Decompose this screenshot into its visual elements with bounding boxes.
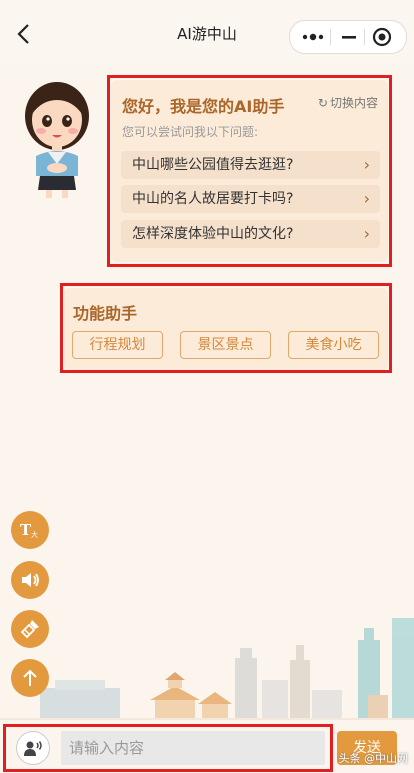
- suggested-question[interactable]: 怎样深度体验中山的文化? ›: [121, 220, 380, 248]
- target-close-icon: [372, 27, 392, 47]
- broom-icon: [20, 620, 39, 639]
- clear-chat-button[interactable]: [11, 610, 49, 648]
- close-button[interactable]: [368, 24, 396, 50]
- question-text: 怎样深度体验中山的文化?: [132, 226, 294, 242]
- scroll-top-button[interactable]: [11, 659, 49, 697]
- question-text: 中山的名人故居要打卡吗?: [132, 191, 294, 207]
- speaker-icon: [22, 573, 39, 587]
- welcome-card: 您好，我是您的AI助手 ↻ 切换内容 您可以尝试问我以下问题: 中山哪些公园值得去…: [111, 80, 388, 262]
- font-size-button[interactable]: T 大: [11, 511, 49, 549]
- food-snacks-button[interactable]: 美食小吃: [288, 331, 379, 359]
- more-button[interactable]: [298, 26, 328, 48]
- refresh-icon: ↻: [317, 96, 328, 110]
- assistant-avatar: [12, 76, 102, 200]
- voice-person-icon: [24, 741, 42, 756]
- switch-content-button[interactable]: ↻ 切换内容: [318, 94, 378, 111]
- welcome-subtitle: 您可以尝试问我以下问题:: [122, 125, 259, 139]
- scenic-spots-button[interactable]: 景区景点: [180, 331, 271, 359]
- minimize-button[interactable]: [337, 26, 361, 48]
- welcome-title: 您好，我是您的AI助手: [122, 97, 285, 116]
- suggested-question[interactable]: 中山哪些公园值得去逛逛? ›: [121, 151, 380, 179]
- voice-input-button[interactable]: [16, 731, 50, 765]
- minus-icon: [342, 36, 356, 39]
- mini-program-capsule: [289, 20, 407, 54]
- switch-content-label: 切换内容: [329, 96, 378, 110]
- function-helper-title: 功能助手: [73, 304, 138, 323]
- suggested-question[interactable]: 中山的名人故居要打卡吗? ›: [121, 185, 380, 213]
- capsule-divider: [330, 29, 331, 45]
- more-dots-icon: [302, 33, 324, 41]
- top-bar: AI游中山: [0, 0, 414, 66]
- function-helper-card: 功能助手 行程规划 景区景点 美食小吃: [64, 288, 388, 370]
- text-size-icon: T 大: [20, 521, 38, 539]
- chevron-right-icon: ›: [363, 224, 370, 243]
- watermark-text: 头条 @中山网: [338, 752, 409, 765]
- city-skyline-illustration: [0, 600, 414, 730]
- voice-playback-button[interactable]: [11, 561, 49, 599]
- message-input[interactable]: [61, 731, 325, 765]
- arrow-up-icon: [23, 669, 37, 686]
- chevron-right-icon: ›: [363, 155, 370, 174]
- itinerary-planning-button[interactable]: 行程规划: [72, 331, 163, 359]
- svg-text:大: 大: [31, 530, 38, 539]
- capsule-divider: [364, 29, 365, 45]
- chevron-right-icon: ›: [363, 189, 370, 208]
- question-text: 中山哪些公园值得去逛逛?: [132, 157, 294, 173]
